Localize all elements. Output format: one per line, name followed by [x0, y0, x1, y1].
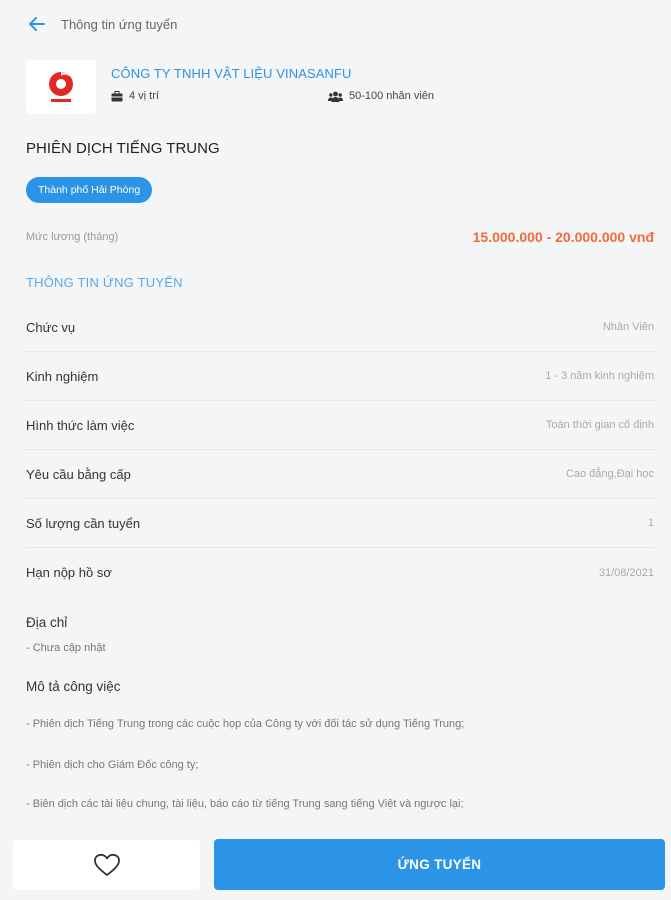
info-value: 31/08/2021 [598, 566, 654, 579]
job-title: PHIÊN DỊCH TIẾNG TRUNG [26, 140, 220, 157]
info-value: Cao đẳng,Đại học [565, 468, 654, 480]
info-value: Toàn thời gian cố định [545, 419, 654, 431]
positions-count: 4 vị trí [129, 90, 159, 102]
briefcase-icon [111, 90, 123, 101]
info-label: Chức vụ [26, 319, 76, 335]
users-icon [328, 91, 343, 102]
heart-icon [93, 853, 120, 876]
page-title: Thông tin ứng tuyển [61, 17, 178, 32]
salary-label: Mức lương (tháng) [26, 231, 119, 243]
address-value: - Chưa cập nhật [26, 642, 106, 654]
info-label: Hình thức làm việc [26, 417, 135, 433]
job-description-line: - Phiên dịch cho Giám Đốc công ty; [26, 759, 199, 771]
company-name-link[interactable]: CÔNG TY TNHH VẬT LIỆU VINASANFU [111, 66, 352, 81]
employees-count: 50-100 nhân viên [349, 90, 435, 102]
salary-value: 15.000.000 - 20.000.000 vnđ [472, 229, 654, 245]
favorite-button[interactable] [13, 840, 200, 890]
bottom-action-bar: ỨNG TUYỂN [0, 828, 671, 900]
info-label: Hạn nộp hồ sơ [26, 565, 112, 580]
info-list: Chức vụ Nhân Viên Kinh nghiệm 1 - 3 năm … [26, 303, 654, 597]
company-logo-image [49, 72, 74, 102]
address-title: Địa chỉ [26, 615, 68, 630]
company-logo[interactable] [26, 60, 96, 114]
info-row-work-type: Hình thức làm việc Toàn thời gian cố địn… [26, 401, 654, 450]
info-value: 1 - 3 năm kinh nghiệm [545, 370, 654, 382]
job-description-title: Mô tả công việc [26, 679, 121, 694]
info-label: Yêu cầu bằng cấp [26, 466, 131, 482]
company-positions: 4 vị trí [111, 90, 159, 102]
info-label: Số lượng cần tuyển [26, 515, 141, 531]
info-label: Kinh nghiệm [26, 368, 99, 384]
apply-button[interactable]: ỨNG TUYỂN [214, 839, 665, 890]
section-title-info: THÔNG TIN ỨNG TUYỂN [26, 275, 183, 290]
info-row-position: Chức vụ Nhân Viên [26, 303, 654, 352]
info-value: Nhân Viên [602, 321, 654, 333]
info-value: 1 [647, 517, 654, 529]
company-card: CÔNG TY TNHH VẬT LIỆU VINASANFU 4 vị trí… [26, 60, 646, 116]
arrow-left-icon [29, 17, 45, 31]
info-row-experience: Kinh nghiệm 1 - 3 năm kinh nghiệm [26, 352, 654, 401]
app-header: Thông tin ứng tuyển [0, 0, 671, 50]
job-description-line: - Biên dịch các tài liệu chung, tài liệu… [26, 798, 464, 810]
company-employees: 50-100 nhân viên [328, 90, 434, 102]
back-button[interactable] [26, 13, 48, 35]
info-row-deadline: Hạn nộp hồ sơ 31/08/2021 [26, 548, 654, 597]
job-description-line: - Phiên dịch Tiếng Trung trong các cuộc … [26, 718, 465, 730]
info-row-quantity: Số lượng cần tuyển 1 [26, 499, 654, 548]
info-row-degree: Yêu cầu bằng cấp Cao đẳng,Đại học [26, 450, 654, 499]
city-badge[interactable]: Thành phố Hải Phòng [26, 177, 153, 203]
